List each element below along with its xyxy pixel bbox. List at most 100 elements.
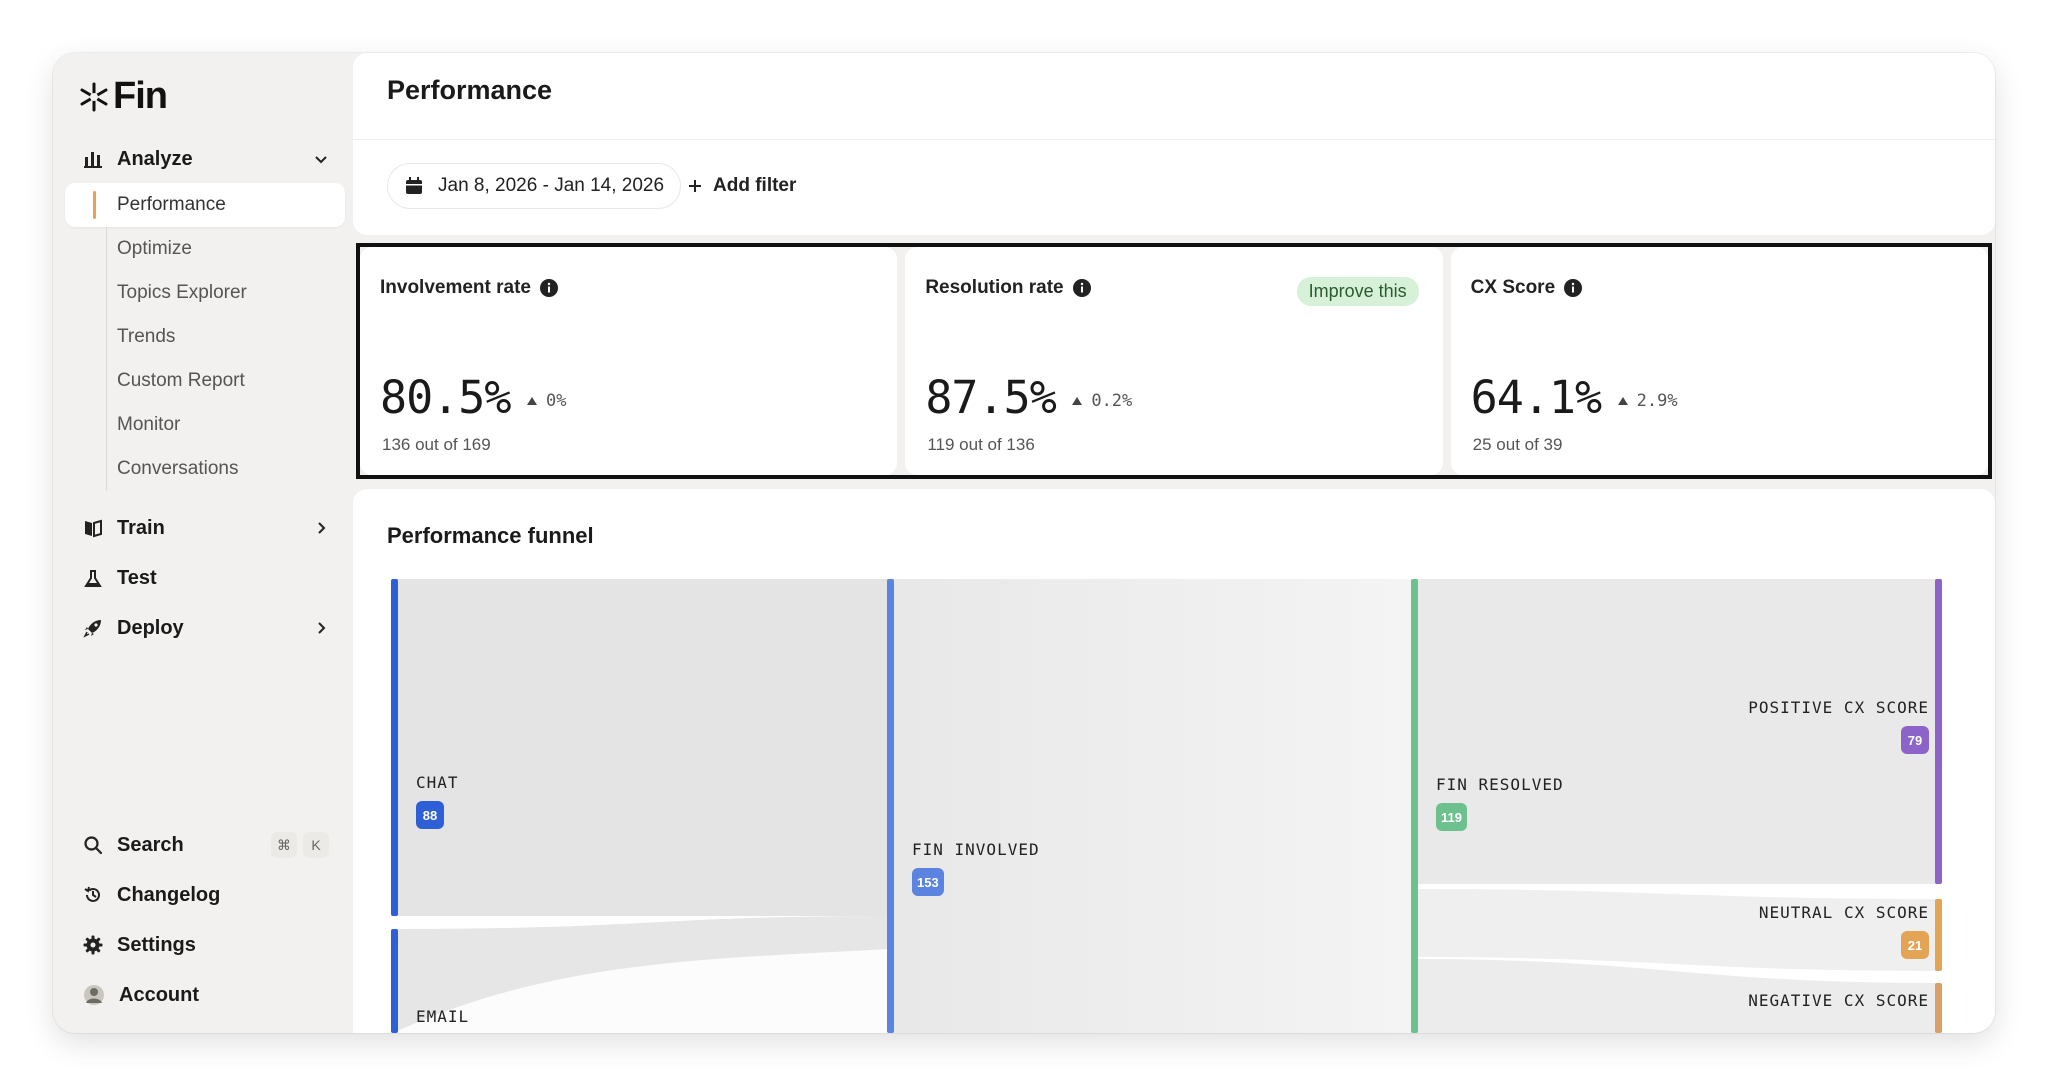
info-icon[interactable] [1072, 278, 1092, 298]
triangle-up-icon [527, 397, 537, 405]
bar-chart-icon [84, 152, 102, 168]
book-icon [85, 519, 102, 538]
nav-deploy[interactable]: Deploy [71, 606, 341, 650]
sidebar-item-conversations[interactable]: Conversations [65, 447, 345, 491]
metric-value: 64.1% [1470, 371, 1602, 424]
node-bar-negative-cx[interactable] [1935, 983, 1942, 1033]
node-bar-chat[interactable] [391, 579, 398, 916]
performance-funnel-card: Performance funnel CHAT 88 EMAIL FIN INV… [353, 489, 1995, 1033]
metric-card-resolution[interactable]: Resolution rate Improve this 87.5% 0.2% … [905, 247, 1443, 475]
nav-changelog-label: Changelog [117, 883, 221, 906]
metric-value: 87.5% [925, 371, 1056, 424]
metric-title-text: Involvement rate [380, 277, 531, 298]
page-header: Performance Jan 8, 2026 - Jan 14, 2026 A… [353, 53, 1995, 235]
chevron-right-icon [318, 622, 326, 634]
sidebar: Fin Analyze Performance Optimize Topics … [53, 53, 353, 1033]
nav-train[interactable]: Train [71, 506, 341, 550]
plus-icon [689, 180, 701, 192]
search-icon [84, 836, 103, 855]
add-filter-label: Add filter [713, 175, 797, 196]
nav-settings[interactable]: Settings [71, 923, 341, 967]
improve-this-button[interactable]: Improve this [1296, 277, 1419, 306]
metric-detail: 136 out of 169 [382, 435, 491, 454]
metric-title: CX Score [1471, 277, 1583, 299]
app-window: Fin Analyze Performance Optimize Topics … [53, 53, 1995, 1033]
metrics-row: Involvement rate 80.5% 0% 136 out of 169 [356, 243, 1992, 479]
node-badge-neutral-cx: 21 [1901, 931, 1929, 959]
metric-title-text: CX Score [1470, 277, 1556, 298]
metric-title: Resolution rate [925, 277, 1091, 299]
node-badge-fin-resolved: 119 [1436, 803, 1467, 831]
cmd-key: ⌘ [271, 832, 297, 858]
metric-title: Involvement rate [380, 277, 559, 299]
fin-logo[interactable]: Fin [79, 75, 168, 118]
sidebar-item-custom-report[interactable]: Custom Report [65, 359, 345, 403]
chevron-down-icon [315, 156, 327, 164]
flow-fin-involved-resolved [891, 579, 1414, 1033]
header-divider [353, 139, 1995, 140]
node-bar-fin-resolved[interactable] [1411, 579, 1418, 1033]
nav-analyze[interactable]: Analyze [71, 139, 341, 179]
triangle-up-icon [1617, 397, 1628, 405]
metric-detail: 25 out of 39 [1472, 435, 1563, 454]
nav-test[interactable]: Test [71, 556, 341, 600]
metric-delta: 0.2% [1071, 391, 1132, 411]
flow-resolved-neutral [1414, 889, 1937, 971]
nav-account-label: Account [119, 983, 199, 1006]
nav-deploy-label: Deploy [117, 616, 184, 639]
node-label-negative-cx: NEGATIVE CX SCORE [1748, 991, 1929, 1010]
info-icon[interactable] [1563, 278, 1583, 298]
triangle-up-icon [1072, 397, 1083, 405]
k-key: K [303, 832, 329, 858]
funnel-title: Performance funnel [387, 523, 594, 548]
node-badge-positive-cx: 79 [1901, 726, 1929, 754]
nav-search[interactable]: Search ⌘ K [71, 823, 341, 867]
node-bar-email[interactable] [391, 929, 398, 1033]
node-bar-fin-involved[interactable] [887, 579, 894, 1033]
funnel-diagram [391, 579, 1942, 1033]
metric-delta: 2.9% [1617, 391, 1678, 411]
nav-settings-label: Settings [117, 933, 196, 956]
flow-chat-fin-involved [393, 579, 891, 916]
node-label-fin-involved: FIN INVOLVED [912, 840, 1040, 859]
metric-value: 80.5% [380, 371, 511, 424]
metric-delta: 0% [526, 391, 566, 411]
date-range-picker[interactable]: Jan 8, 2026 - Jan 14, 2026 [387, 163, 682, 209]
node-label-chat: CHAT [416, 773, 459, 792]
avatar [84, 985, 104, 1005]
logo-text: Fin [113, 75, 168, 117]
node-label-fin-resolved: FIN RESOLVED [1436, 775, 1564, 794]
sidebar-item-monitor[interactable]: Monitor [65, 403, 345, 447]
sidebar-item-optimize[interactable]: Optimize [65, 227, 345, 271]
flow-resolved-positive [1414, 579, 1937, 884]
sidebar-item-topics-explorer[interactable]: Topics Explorer [65, 271, 345, 315]
metric-title-text: Resolution rate [925, 277, 1064, 298]
node-badge-fin-involved: 153 [912, 868, 944, 896]
node-bar-neutral-cx[interactable] [1935, 899, 1942, 971]
date-range-text: Jan 8, 2026 - Jan 14, 2026 [438, 175, 665, 196]
nav-analyze-label: Analyze [117, 147, 193, 170]
metric-delta-text: 2.9% [1636, 391, 1678, 411]
main-content: Performance Jan 8, 2026 - Jan 14, 2026 A… [353, 53, 1995, 1033]
node-badge-chat: 88 [416, 801, 444, 829]
analyze-submenu: Performance Optimize Topics Explorer Tre… [65, 183, 345, 491]
history-icon [84, 886, 100, 902]
metric-card-cx-score[interactable]: CX Score 64.1% 2.9% 25 out of 39 [1450, 247, 1988, 475]
metric-delta-text: 0.2% [1091, 391, 1133, 411]
nav-changelog[interactable]: Changelog [71, 873, 341, 917]
metric-card-involvement[interactable]: Involvement rate 80.5% 0% 136 out of 169 [360, 247, 898, 475]
sidebar-item-performance[interactable]: Performance [65, 183, 345, 227]
add-filter-button[interactable]: Add filter [687, 163, 796, 209]
nav-account[interactable]: Account [71, 973, 341, 1017]
rocket-icon [83, 620, 101, 638]
node-label-positive-cx: POSITIVE CX SCORE [1748, 698, 1929, 717]
nav-search-label: Search [117, 833, 184, 856]
info-icon[interactable] [539, 278, 559, 298]
metric-delta-text: 0% [546, 391, 567, 411]
nav-train-label: Train [117, 516, 165, 539]
sidebar-item-trends[interactable]: Trends [65, 315, 345, 359]
node-label-neutral-cx: NEUTRAL CX SCORE [1758, 903, 1929, 922]
fin-logo-icon [80, 82, 108, 111]
node-bar-positive-cx[interactable] [1935, 579, 1942, 884]
node-label-email: EMAIL [416, 1007, 470, 1026]
